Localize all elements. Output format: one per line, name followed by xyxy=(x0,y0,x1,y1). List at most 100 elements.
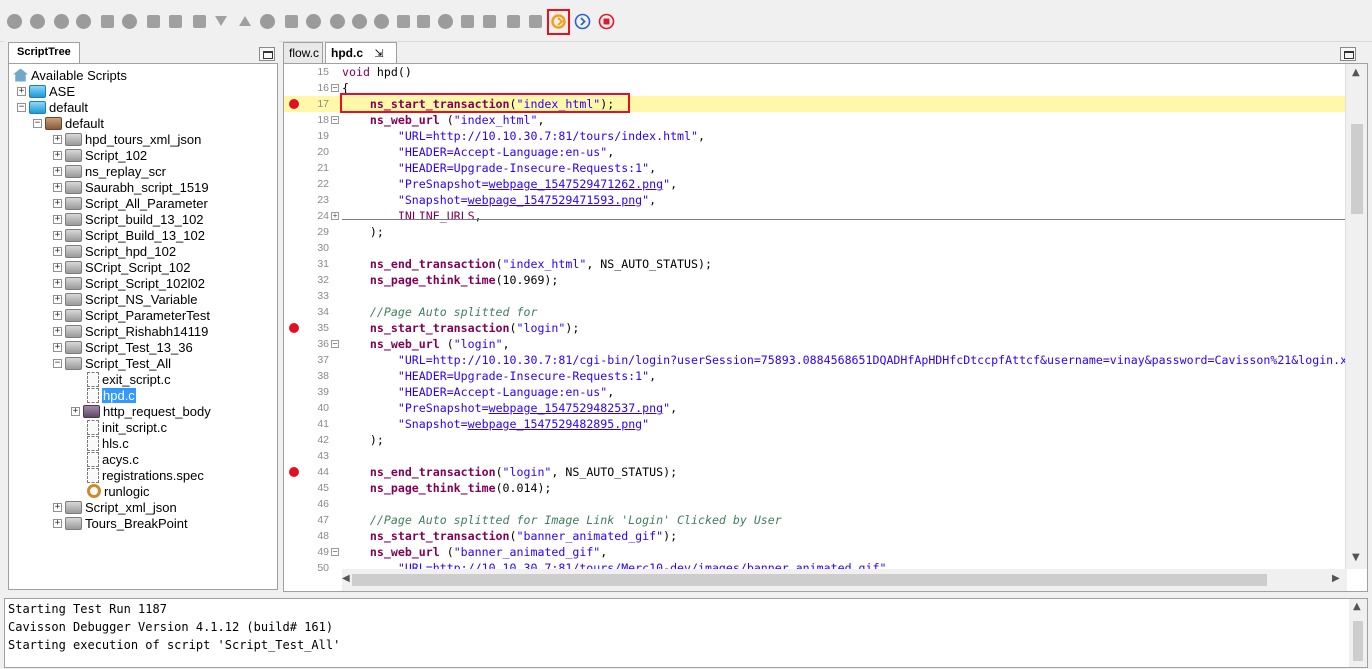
tree-item[interactable]: acys.c xyxy=(87,451,139,467)
tree-item[interactable]: exit_script.c xyxy=(87,371,171,387)
scroll-thumb[interactable] xyxy=(352,574,1267,586)
scroll-left-icon[interactable]: ◀ xyxy=(342,573,350,584)
brush-icon[interactable] xyxy=(304,12,322,30)
collapse-fold-icon[interactable]: − xyxy=(331,548,339,556)
save-icon[interactable] xyxy=(166,12,184,30)
code-line[interactable]: 40 "PreSnapshot=webpage_1547529482537.pn… xyxy=(284,400,1346,416)
code-line[interactable]: 21 "HEADER=Upgrade-Insecure-Requests:1", xyxy=(284,160,1346,176)
code-editor[interactable]: 15 void hpd() 16−{17 ns_start_transaction(… xyxy=(283,63,1368,592)
expand-icon[interactable]: + xyxy=(53,326,62,336)
expand-icon[interactable]: + xyxy=(53,294,62,304)
tree-item[interactable]: + Script_All_Parameter xyxy=(53,195,208,211)
code-line[interactable]: 18− ns_web_url ("index_html", xyxy=(284,112,1346,128)
breakpoint-icon[interactable] xyxy=(289,323,299,333)
vertical-scrollbar[interactable]: ▲ ▼ xyxy=(1345,64,1367,569)
breakpoint-icon[interactable] xyxy=(289,99,299,109)
tree-item[interactable]: Available Scripts xyxy=(13,67,127,83)
tree-item[interactable]: + ASE xyxy=(17,83,75,99)
code-line[interactable]: 15 void hpd() xyxy=(284,64,1346,80)
expand-icon[interactable]: + xyxy=(53,166,62,176)
expand-icon[interactable]: + xyxy=(53,182,62,192)
code-line[interactable]: 44 ns_end_transaction("login", NS_AUTO_S… xyxy=(284,464,1346,480)
code-token[interactable]: webpage_1547529482895.png xyxy=(468,417,643,431)
tree-item[interactable]: + Script_xml_json xyxy=(53,499,177,515)
tree-item[interactable]: + Script_102 xyxy=(53,147,147,163)
console-scrollbar[interactable]: ▲ xyxy=(1349,599,1367,667)
gear-icon[interactable] xyxy=(328,12,346,30)
tab-scripttree[interactable]: ScriptTree xyxy=(8,42,80,64)
code-line[interactable]: 19 "URL=http://10.10.30.7:81/tours/index… xyxy=(284,128,1346,144)
gauge-icon[interactable] xyxy=(458,12,476,30)
tree-item[interactable]: + Script_Script_102l02 xyxy=(53,275,205,291)
expand-icon[interactable]: + xyxy=(53,262,62,272)
tree-item[interactable]: + Tours_BreakPoint xyxy=(53,515,188,531)
card-icon[interactable] xyxy=(414,12,432,30)
horizontal-scrollbar[interactable]: ◀ ▶ xyxy=(342,569,1347,591)
expand-icon[interactable]: + xyxy=(53,134,62,144)
tree-item[interactable]: runlogic xyxy=(87,483,150,499)
house-icon[interactable] xyxy=(504,12,522,30)
expand-icon[interactable]: + xyxy=(53,214,62,224)
tree-item[interactable]: + Script_build_13_102 xyxy=(53,211,204,227)
code-line[interactable]: 48 ns_start_transaction("banner_animated… xyxy=(284,528,1346,544)
tree-item[interactable]: + ns_replay_scr xyxy=(53,163,166,179)
tree-item[interactable]: + Script_ParameterTest xyxy=(53,307,210,323)
scroll-down-icon[interactable]: ▼ xyxy=(1352,552,1360,563)
code-line[interactable]: 46 xyxy=(284,496,1346,512)
tab-hpd-c[interactable]: hpd.c ⇲ ✕ xyxy=(325,42,397,74)
collapse-icon[interactable]: − xyxy=(53,358,62,368)
expand-icon[interactable]: + xyxy=(17,86,26,96)
tree-item[interactable]: hls.c xyxy=(87,435,129,451)
expand-icon[interactable]: + xyxy=(53,342,62,352)
maximize-icon[interactable] xyxy=(1340,47,1356,61)
code-line[interactable]: 38 "HEADER=Upgrade-Insecure-Requests:1", xyxy=(284,368,1346,384)
tree-item[interactable]: + http_request_body xyxy=(71,403,211,419)
expand-icon[interactable]: + xyxy=(71,406,80,416)
code-line[interactable]: 39 "HEADER=Accept-Language:en-us", xyxy=(284,384,1346,400)
scroll-thumb[interactable] xyxy=(1353,621,1363,661)
stop-circle-icon[interactable] xyxy=(597,12,615,30)
expand-icon[interactable]: + xyxy=(53,230,62,240)
code-line[interactable]: 35 ns_start_transaction("login"); xyxy=(284,320,1346,336)
code-line[interactable]: 22 "PreSnapshot=webpage_1547529471262.pn… xyxy=(284,176,1346,192)
expand-icon[interactable]: + xyxy=(53,198,62,208)
box-icon[interactable] xyxy=(394,12,412,30)
copy-icon[interactable] xyxy=(190,12,208,30)
code-line[interactable]: 24 + INLINE_URLS, xyxy=(284,208,1346,224)
bullet-icon[interactable] xyxy=(372,12,390,30)
code-line[interactable]: 31 ns_end_transaction("index_html", NS_A… xyxy=(284,256,1346,272)
tree-item[interactable]: + SCript_Script_102 xyxy=(53,259,191,275)
tree-item[interactable]: − default xyxy=(17,99,88,115)
step-icon[interactable] xyxy=(98,12,116,30)
comment-icon[interactable] xyxy=(144,12,162,30)
wrench-icon[interactable] xyxy=(350,12,368,30)
code-line[interactable]: 42 ); xyxy=(284,432,1346,448)
collapse-icon[interactable]: − xyxy=(17,102,26,112)
breakpoint-icon[interactable] xyxy=(289,467,299,477)
code-line[interactable]: 45 ns_page_think_time(0.014); xyxy=(284,480,1346,496)
code-token[interactable]: webpage_1547529482537.png xyxy=(489,401,664,415)
code-line[interactable]: 30 xyxy=(284,240,1346,256)
tree-item[interactable]: + Script_Rishabh14119 xyxy=(53,323,208,339)
tree-item[interactable]: init_script.c xyxy=(87,419,167,435)
tree-item[interactable]: + Script_Build_13_102 xyxy=(53,227,205,243)
scroll-thumb[interactable] xyxy=(1351,124,1363,214)
tree-item[interactable]: hpd.c xyxy=(87,387,136,403)
person-icon[interactable] xyxy=(480,12,498,30)
tab-flow-c[interactable]: flow.c xyxy=(283,42,323,64)
stop-icon[interactable] xyxy=(28,12,46,30)
expand-icon[interactable]: + xyxy=(53,246,62,256)
expand-icon[interactable]: + xyxy=(53,278,62,288)
code-line[interactable]: 41 "Snapshot=webpage_1547529482895.png" xyxy=(284,416,1346,432)
code-line[interactable]: 36− ns_web_url ("login", xyxy=(284,336,1346,352)
code-line[interactable]: 49− ns_web_url ("banner_animated_gif", xyxy=(284,544,1346,560)
next-icon[interactable] xyxy=(573,12,591,30)
code-line[interactable]: 37 "URL=http://10.10.30.7:81/cgi-bin/log… xyxy=(284,352,1347,368)
scroll-right-icon[interactable]: ▶ xyxy=(1332,573,1340,584)
tree-item[interactable]: + Script_NS_Variable xyxy=(53,291,197,307)
tree-item[interactable]: + Script_hpd_102 xyxy=(53,243,176,259)
code-token[interactable]: webpage_1547529471593.png xyxy=(468,193,643,207)
collapse-icon[interactable]: − xyxy=(33,118,42,128)
tree-item[interactable]: + hpd_tours_xml_json xyxy=(53,131,201,147)
code-line[interactable]: 29 ); xyxy=(284,224,1346,240)
